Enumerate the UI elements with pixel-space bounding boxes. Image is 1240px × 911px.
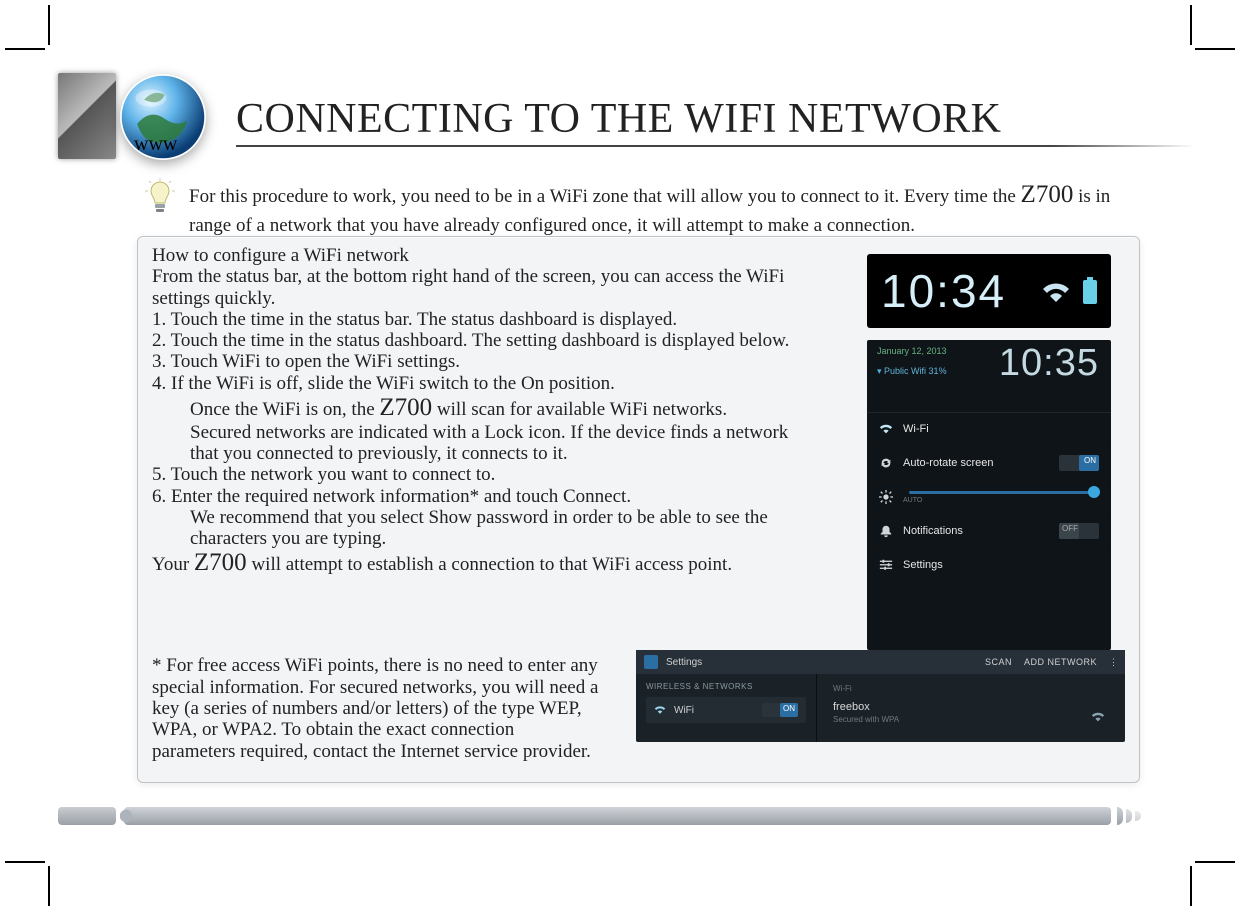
step-4-sub-a-after: will scan for available WiFi networks. <box>432 399 727 420</box>
row-settings[interactable]: Settings <box>867 549 1111 581</box>
step-6: 6. Enter the required network informatio… <box>152 486 852 507</box>
battery-icon <box>1081 277 1099 305</box>
step-6-sub: We recommend that you select Show passwo… <box>190 507 780 550</box>
row-wifi[interactable]: Wi-Fi <box>867 413 1111 446</box>
step-2: 2. Touch the time in the status dashboar… <box>152 330 852 351</box>
page-footer-bar <box>58 807 1145 825</box>
settings-sliders-icon <box>879 558 893 572</box>
brightness-icon <box>879 490 893 504</box>
wifi-icon <box>1041 279 1071 303</box>
intro-chip: Z700 <box>1021 181 1074 208</box>
row-brightness[interactable]: AUTO <box>867 481 1111 514</box>
step-1: 1. Touch the time in the status bar. The… <box>152 309 852 330</box>
screenshot-statusbar: 10:34 <box>867 254 1111 328</box>
brightness-slider[interactable] <box>909 491 1099 494</box>
step-4-sub-a: Once the WiFi is on, the Z700 will scan … <box>190 394 852 422</box>
lightbulb-icon <box>145 178 175 218</box>
settings-add-network[interactable]: ADD NETWORK <box>1024 657 1097 668</box>
notifications-icon <box>879 524 893 538</box>
row-settings-label: Settings <box>903 559 1099 571</box>
notifications-toggle[interactable] <box>1059 523 1099 539</box>
settings-section: WIRELESS & NETWORKS <box>646 682 806 691</box>
dashboard-network-text: Public Wifi 31% <box>884 366 947 376</box>
settings-wifi-toggle[interactable] <box>762 703 798 717</box>
intro-text-before: For this procedure to work, you need to … <box>189 186 1021 207</box>
step-4-sub-a-chip: Z700 <box>379 394 432 421</box>
row-wifi-label: Wi-Fi <box>903 423 1099 435</box>
settings-menu-icon[interactable]: ⋮ <box>1109 657 1117 668</box>
closing-before: Your <box>152 554 194 575</box>
settings-ssid[interactable]: freebox <box>833 701 1109 713</box>
screenshot-settings: Settings SCAN ADD NETWORK ⋮ WIRELESS & N… <box>636 650 1125 742</box>
settings-wifi-row[interactable]: WiFi <box>646 697 806 723</box>
intro-paragraph: For this procedure to work, you need to … <box>189 178 1150 239</box>
step-3: 3. Touch WiFi to open the WiFi settings. <box>152 351 852 372</box>
dashboard-time: 10:35 <box>999 342 1099 385</box>
wifi-lock-icon <box>1091 710 1105 724</box>
statusbar-time: 10:34 <box>881 264 1006 318</box>
globe-www-label: www <box>134 133 177 156</box>
rotate-icon <box>879 456 893 470</box>
settings-scan[interactable]: SCAN <box>985 657 1012 668</box>
wifi-small-icon <box>879 422 893 436</box>
step-4-sub-a-before: Once the WiFi is on, the <box>190 399 379 420</box>
brightness-sub: AUTO <box>903 497 1099 504</box>
step-4-sub-b: Secured networks are indicated with a Lo… <box>190 422 820 465</box>
step-5: 5. Touch the network you want to connect… <box>152 464 852 485</box>
header-metal-swatch <box>58 73 116 159</box>
autorotate-toggle[interactable] <box>1059 455 1099 471</box>
row-notifications[interactable]: Notifications <box>867 514 1111 549</box>
settings-ssid-sub: Secured with WPA <box>833 715 1109 724</box>
step-4: 4. If the WiFi is off, slide the WiFi sw… <box>152 373 852 394</box>
page-title: CONNECTING TO THE WIFI NETWORK <box>236 95 1195 143</box>
settings-title: Settings <box>666 657 702 668</box>
instructions-preamble: From the status bar, at the bottom right… <box>152 266 792 309</box>
instruction-panel: How to configure a WiFi network From the… <box>137 236 1140 783</box>
closing-line: Your Z700 will attempt to establish a co… <box>152 549 852 577</box>
footnote: * For free access WiFi points, there is … <box>152 655 602 761</box>
closing-after: will attempt to establish a connection t… <box>247 554 732 575</box>
screenshot-dashboard: January 12, 2013 10:35 ▾ Public Wifi 31%… <box>867 340 1111 650</box>
title-underline <box>236 145 1195 147</box>
row-autorotate-label: Auto-rotate screen <box>903 457 1049 469</box>
row-notifications-label: Notifications <box>903 525 1049 537</box>
row-autorotate[interactable]: Auto-rotate screen <box>867 446 1111 481</box>
settings-wifi-label: WiFi <box>674 705 694 716</box>
wifi-icon <box>654 704 666 716</box>
closing-chip: Z700 <box>194 549 247 576</box>
globe-icon: www <box>120 74 206 160</box>
instructions-heading: How to configure a WiFi network <box>152 245 852 266</box>
settings-grid-icon <box>644 655 658 669</box>
